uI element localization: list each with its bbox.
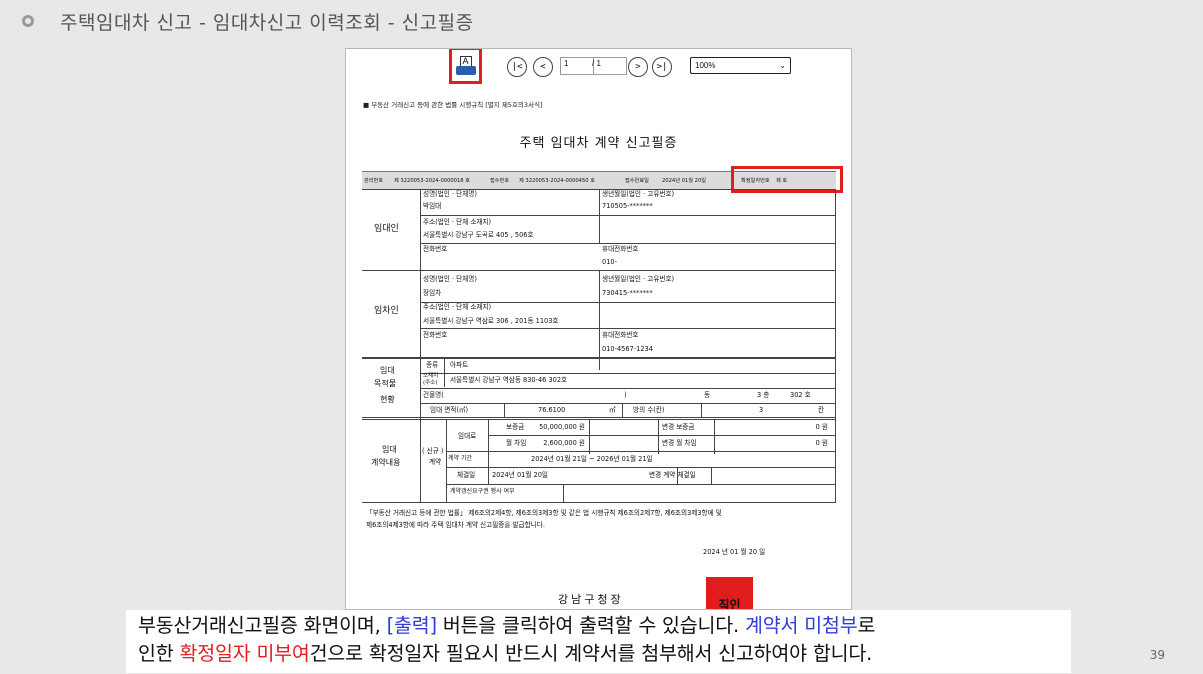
renew-label: 계약갱신요구권 행사 여부 xyxy=(450,488,515,495)
contract-kind-1: ( 신규 ) xyxy=(422,447,444,455)
lessee-addr-label: 주소(법인 · 단체 소재지) xyxy=(423,303,492,311)
recv-label: 접수번호 xyxy=(490,178,510,184)
property-rooms: 3 xyxy=(759,406,764,414)
monthly-label: 월 차임 xyxy=(506,439,527,447)
property-section-2: 목적물 xyxy=(374,379,397,388)
issuer-name: 강남구청장 xyxy=(558,593,624,606)
lessor-phone-label: 전화번호 xyxy=(423,245,448,253)
property-rooms-unit: 칸 xyxy=(818,406,825,414)
caption-text: 건으로 확정일자 필요시 반드시 계약서를 첨부해서 신고하여야 합니다. xyxy=(309,642,873,665)
mgmt-value: 제 3220053-2024-0000018 호 xyxy=(394,178,470,184)
property-loc-label-1: 소재지 xyxy=(423,373,439,379)
lessee-name: 장임차 xyxy=(423,289,442,297)
mgmt-label: 관리번호 xyxy=(364,178,384,184)
deposit-value: 50,000,000 원 xyxy=(539,423,585,431)
issue-date: 2024 년 01 월 20 일 xyxy=(703,548,766,556)
lessor-section: 임대인 xyxy=(374,224,399,234)
property-type-label: 종류 xyxy=(426,361,439,369)
property-ho: 302 호 xyxy=(790,391,811,399)
viewer-toolbar: A |< < 1 / 1 > >| 100% ⌄ xyxy=(346,49,851,87)
lessee-mobile-label: 휴대전화번호 xyxy=(602,331,639,339)
property-loc: 서울특별시 강남구 역삼동 830-46 302호 xyxy=(450,376,568,384)
chg-deposit-value: 0 원 xyxy=(815,423,828,431)
seal-text: 직인 xyxy=(718,598,741,610)
contract-section-1: 임대 xyxy=(382,445,397,454)
print-button[interactable]: A xyxy=(449,49,482,84)
notice-line-1: 「부동산 거래신고 등에 관한 법률」 제6조의2제4항, 제6조의3제3항 및… xyxy=(366,509,722,517)
caption-text: 로 xyxy=(857,614,876,637)
zoom-value: 100% xyxy=(695,61,716,70)
page-total: / 1 xyxy=(588,57,627,75)
printer-tray-icon xyxy=(455,66,476,75)
lessor-birth-label: 생년월일(법인 · 고유번호) xyxy=(602,190,675,198)
lessor-addr-label: 주소(법인 · 단체 소재지) xyxy=(423,218,492,226)
property-bldg-paren: ) xyxy=(624,391,627,399)
last-page-button[interactable]: >| xyxy=(652,57,672,77)
form-reference: ■ 부동산 거래신고 등에 관한 법률 시행규칙 [별지 제5호의3서식] xyxy=(363,101,543,109)
property-section-3: 현황 xyxy=(380,395,395,404)
period-value: 2024년 01월 21일 ~ 2026년 01월 21일 xyxy=(531,455,653,463)
rent-label: 임대료 xyxy=(458,432,477,440)
caption-print-highlight: [출력] xyxy=(386,614,437,637)
chg-sign-label: 변경 계약 체결일 xyxy=(649,471,696,479)
lessee-mobile: 010-4567-1234 xyxy=(602,345,653,353)
zoom-select[interactable]: 100% ⌄ xyxy=(690,57,791,74)
caption-line-1: 부동산거래신고필증 화면이며, [출력] 버튼을 클릭하여 출력할 수 있습니다… xyxy=(138,612,1059,640)
lessor-mobile-label: 휴대전화번호 xyxy=(602,245,639,253)
lessee-addr: 서울특별시 강남구 역삼로 306 , 201동 1103호 xyxy=(423,317,559,325)
lessee-name-label: 성명(법인 · 단체명) xyxy=(423,275,477,283)
chg-deposit-label: 변경 보증금 xyxy=(662,423,695,431)
official-seal: 직인 xyxy=(706,577,753,610)
document-title: 주택 임대차 계약 신고필증 xyxy=(519,136,678,151)
lessor-birth: 710505-******* xyxy=(602,202,653,210)
slide-title-text: 주택임대차 신고 - 임대차신고 이력조회 - 신고필증 xyxy=(60,11,474,34)
property-area-unit: ㎡ xyxy=(609,406,616,414)
contract-section-2: 계약내용 xyxy=(371,458,401,467)
notice-line-2: 제6조의4제3항에 따라 주택 임대차 계약 신고필증을 발급합니다. xyxy=(366,521,545,529)
lessee-birth-label: 생년월일(법인 · 고유번호) xyxy=(602,275,675,283)
next-page-button[interactable]: > xyxy=(628,57,648,77)
lessor-mobile: 010- xyxy=(602,258,617,266)
property-floor: 3 층 xyxy=(757,391,770,399)
caption-box: 부동산거래신고필증 화면이며, [출력] 버튼을 클릭하여 출력할 수 있습니다… xyxy=(126,610,1071,673)
property-type: 아파트 xyxy=(450,361,469,369)
date-value: 2024년 01월 20일 xyxy=(662,178,707,184)
slide-page-number: 39 xyxy=(1149,648,1165,662)
property-section-1: 임대 xyxy=(380,366,395,375)
property-bldg-label: 건물명( xyxy=(423,391,444,399)
property-loc-label-2: (주소) xyxy=(423,380,438,386)
lessor-name: 박임대 xyxy=(423,202,442,210)
chg-monthly-value: 0 원 xyxy=(815,439,828,447)
property-area: 76.6100 xyxy=(538,406,566,414)
sign-value: 2024년 01월 20일 xyxy=(492,471,548,479)
property-area-label: 임대 면적(㎡) xyxy=(430,406,469,414)
caption-missing-contract-highlight: 계약서 미첨부 xyxy=(745,614,858,637)
date-label: 접수완료일 xyxy=(625,178,649,184)
recv-value: 제 3220053-2024-0000450 호 xyxy=(519,178,595,184)
property-dong: 동 xyxy=(704,391,711,399)
period-label: 계약 기간 xyxy=(448,455,472,462)
contract-kind-2: 계약 xyxy=(429,458,442,466)
lessee-birth: 730415-******* xyxy=(602,289,653,297)
property-rooms-label: 방의 수(칸) xyxy=(633,406,665,414)
bullet-icon xyxy=(22,15,34,27)
lessor-name-label: 성명(법인 · 단체명) xyxy=(423,190,477,198)
caption-no-fixed-date-highlight: 확정일자 미부여 xyxy=(179,642,310,665)
slide-title: 주택임대차 신고 - 임대차신고 이력조회 - 신고필증 xyxy=(22,7,474,35)
caption-text: 인한 xyxy=(138,642,180,665)
certificate-viewer: A |< < 1 / 1 > >| 100% ⌄ ■ 부동산 거래신고 등에 관… xyxy=(345,48,852,610)
deposit-label: 보증금 xyxy=(506,423,525,431)
monthly-value: 2,600,000 원 xyxy=(543,439,585,447)
lessee-section: 임차인 xyxy=(374,306,399,316)
sign-label: 체결일 xyxy=(457,471,476,479)
lessee-phone-label: 전화번호 xyxy=(423,331,448,339)
caption-text: 버튼을 클릭하여 출력할 수 있습니다. xyxy=(436,614,746,637)
chg-monthly-label: 변경 월 차임 xyxy=(662,439,697,447)
prev-page-button[interactable]: < xyxy=(533,57,553,77)
lessor-addr: 서울특별시 강남구 도곡로 405 , 506호 xyxy=(423,231,534,239)
chevron-down-icon: ⌄ xyxy=(779,61,786,70)
caption-text: 부동산거래신고필증 화면이며, xyxy=(138,614,387,637)
first-page-button[interactable]: |< xyxy=(507,57,527,77)
caption-line-2: 인한 확정일자 미부여건으로 확정일자 필요시 반드시 계약서를 첨부해서 신고… xyxy=(138,640,1059,668)
